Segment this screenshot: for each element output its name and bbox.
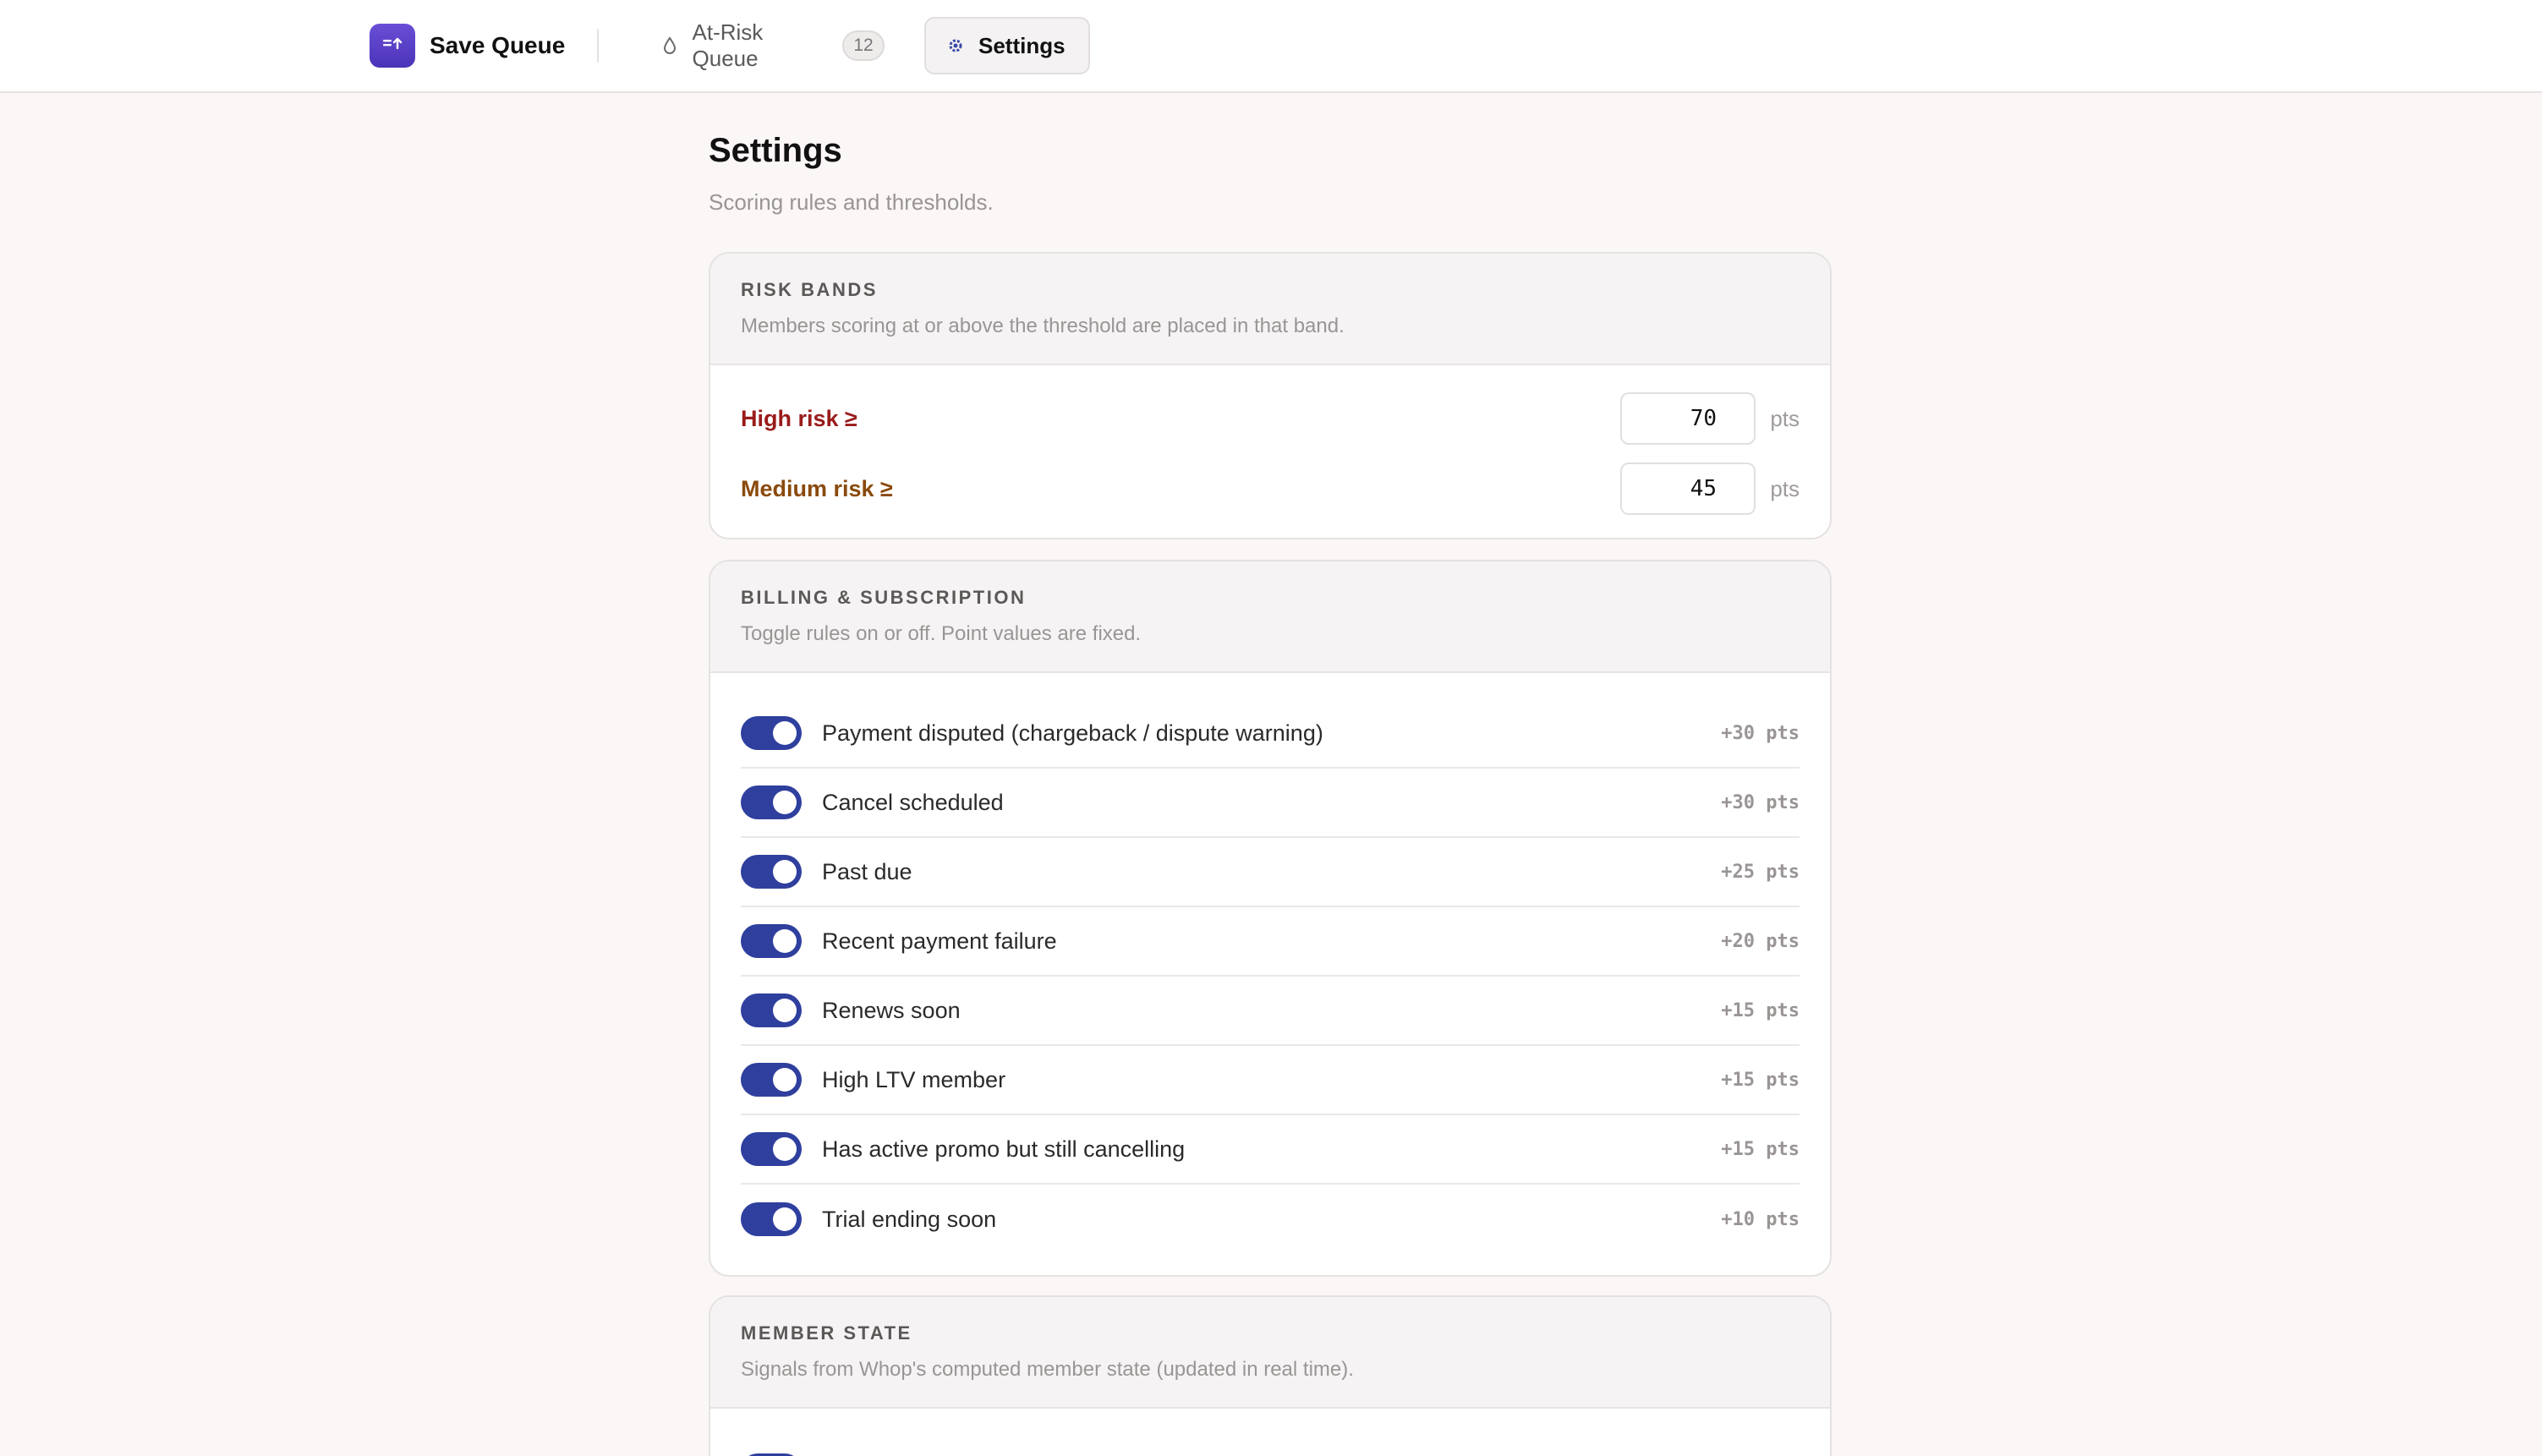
rule-label: Has active promo but still cancelling: [822, 1136, 1186, 1162]
medium-risk-row: Medium risk ≥ 45 pts: [741, 463, 1800, 515]
risk-bands-description: Members scoring at or above the threshol…: [741, 315, 1345, 337]
medium-risk-label: Medium risk ≥: [741, 475, 893, 501]
nav-divider: [597, 29, 599, 63]
rule-points: +30 pts: [1721, 722, 1800, 744]
toggle-knob: [773, 999, 797, 1022]
toggle-knob: [773, 1137, 797, 1161]
rule-row: Recent payment failure +20 pts: [741, 907, 1800, 977]
rule-points: +30 pts: [1721, 791, 1800, 813]
page-title: Settings: [709, 132, 842, 169]
rule-row: Has active promo but still cancelling +1…: [741, 1115, 1800, 1185]
high-risk-unit: pts: [1770, 405, 1800, 431]
rule-toggle[interactable]: [741, 855, 802, 889]
billing-description: Toggle rules on or off. Point values are…: [741, 622, 1142, 645]
medium-risk-threshold-input[interactable]: 45: [1620, 463, 1756, 515]
rule-label: Payment disputed (chargeback / dispute w…: [822, 720, 1323, 746]
rule-points: +25 pts: [1721, 861, 1800, 883]
rule-row: [741, 1436, 1800, 1456]
rule-row: Payment disputed (chargeback / dispute w…: [741, 699, 1800, 769]
rule-toggle[interactable]: [741, 993, 802, 1027]
page-subtitle: Scoring rules and thresholds.: [709, 189, 994, 215]
tab-settings[interactable]: Settings: [924, 17, 1090, 74]
rule-toggle[interactable]: [741, 1202, 802, 1236]
rule-label: Renews soon: [822, 997, 961, 1023]
member-state-header: MEMBER STATE Signals from Whop's compute…: [710, 1297, 1830, 1409]
rule-toggle[interactable]: [741, 924, 802, 958]
rule-label: Cancel scheduled: [822, 789, 1004, 815]
billing-title: BILLING & SUBSCRIPTION: [741, 587, 1027, 608]
member-state-card: MEMBER STATE Signals from Whop's compute…: [709, 1295, 1832, 1456]
medium-risk-unit: pts: [1770, 475, 1800, 501]
toggle-knob: [773, 721, 797, 745]
rule-row: Trial ending soon +10 pts: [741, 1185, 1800, 1254]
rule-points: +15 pts: [1721, 1138, 1800, 1160]
rule-toggle[interactable]: [741, 785, 802, 819]
rule-label: Trial ending soon: [822, 1206, 997, 1232]
high-risk-threshold-input[interactable]: 70: [1620, 392, 1756, 445]
rule-label: Past due: [822, 858, 912, 884]
rule-points: +15 pts: [1721, 1069, 1800, 1091]
rule-points: +10 pts: [1721, 1208, 1800, 1230]
high-risk-label: High risk ≥: [741, 405, 857, 431]
billing-card: BILLING & SUBSCRIPTION Toggle rules on o…: [709, 560, 1832, 1277]
toggle-knob: [773, 1068, 797, 1092]
app-logo[interactable]: [370, 24, 415, 68]
risk-bands-card: RISK BANDS Members scoring at or above t…: [709, 252, 1832, 539]
risk-bands-header: RISK BANDS Members scoring at or above t…: [710, 254, 1830, 365]
tab-settings-label: Settings: [978, 32, 1066, 58]
queue-count-badge: 12: [842, 30, 885, 61]
toggle-knob: [773, 929, 797, 953]
risk-bands-title: RISK BANDS: [741, 279, 878, 300]
tab-at-risk-queue-label: At-Risk Queue: [692, 19, 764, 71]
rule-row: High LTV member +15 pts: [741, 1046, 1800, 1115]
rule-row: Renews soon +15 pts: [741, 977, 1800, 1046]
high-risk-row: High risk ≥ 70 pts: [741, 392, 1800, 445]
gear-icon: [945, 35, 967, 57]
rule-row: Past due +25 pts: [741, 838, 1800, 907]
rule-points: +20 pts: [1721, 930, 1800, 952]
billing-header: BILLING & SUBSCRIPTION Toggle rules on o…: [710, 561, 1830, 673]
rule-label: High LTV member: [822, 1066, 1006, 1092]
toggle-knob: [773, 791, 797, 814]
rule-points: +15 pts: [1721, 999, 1800, 1021]
member-state-title: MEMBER STATE: [741, 1322, 912, 1344]
droplet-icon: [660, 35, 681, 57]
rule-toggle[interactable]: [741, 1132, 802, 1166]
rule-row: Cancel scheduled +30 pts: [741, 769, 1800, 838]
rule-toggle[interactable]: [741, 1063, 802, 1097]
app-brand[interactable]: Save Queue: [430, 29, 565, 63]
toggle-knob: [773, 860, 797, 884]
tab-at-risk-queue[interactable]: At-Risk Queue 12: [641, 17, 903, 74]
rule-toggle[interactable]: [741, 716, 802, 750]
toggle-knob: [773, 1207, 797, 1231]
rule-label: Recent payment failure: [822, 928, 1057, 954]
queue-logo-icon: [381, 35, 403, 57]
member-state-description: Signals from Whop's computed member stat…: [741, 1358, 1354, 1381]
top-bar: Save Queue At-Risk Queue 12 Settings: [0, 0, 2542, 93]
